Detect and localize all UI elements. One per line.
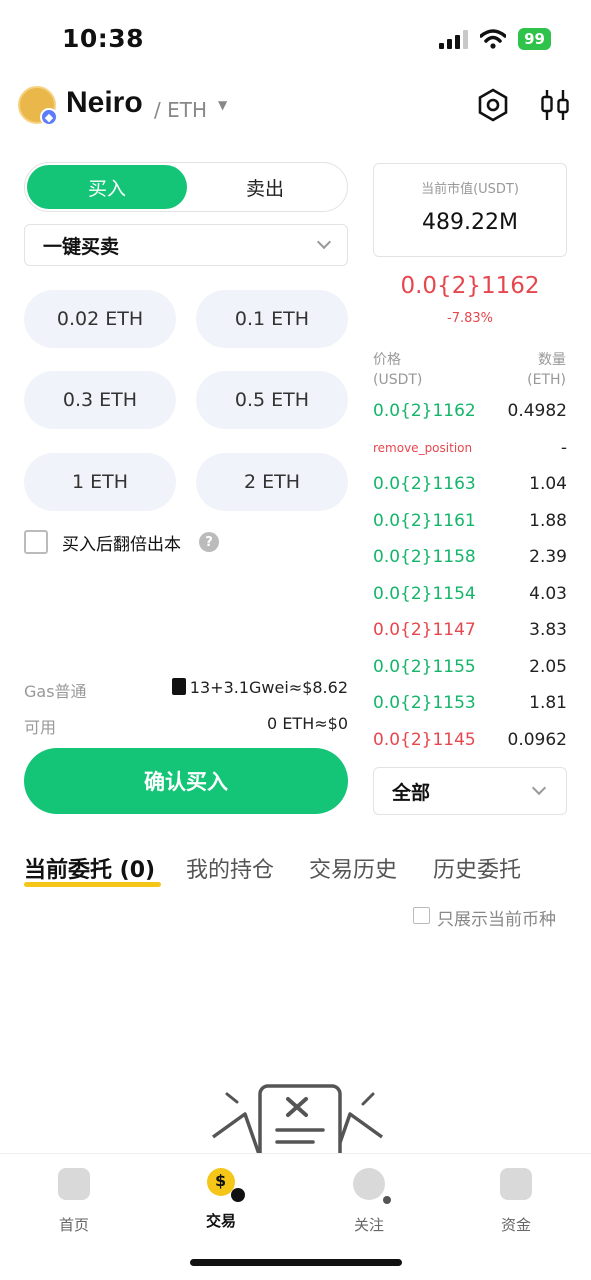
orderbook-qty: 1.81 — [529, 693, 567, 713]
gas-value[interactable]: 13+3.1Gwei≈$8.62 — [171, 678, 348, 697]
orderbook-row[interactable]: remove_position - — [373, 433, 567, 463]
orderbook-row[interactable]: 0.0{2}1155 2.05 — [373, 652, 567, 682]
tab-order-history[interactable]: 历史委托 — [433, 852, 521, 884]
empty-state-illustration — [211, 1084, 384, 1157]
battery-icon: 99 — [518, 28, 551, 50]
confirm-buy-button[interactable]: 确认买入 — [24, 748, 348, 814]
nav-home-label: 首页 — [58, 1216, 89, 1234]
nav-wallet-label: 资金 — [500, 1216, 531, 1234]
trade-icon: $ — [207, 1168, 245, 1202]
tab-my-positions[interactable]: 我的持仓 — [186, 852, 274, 884]
available-value: 0 ETH≈$0 — [267, 714, 348, 733]
amount-preset-button[interactable]: 0.02 ETH — [24, 290, 176, 348]
orderbook-row[interactable]: 0.0{2}1158 2.39 — [373, 542, 567, 572]
chevron-down-icon — [531, 780, 547, 796]
nav-wallet[interactable]: 资金 — [476, 1168, 556, 1235]
nav-follow-label: 关注 — [353, 1216, 384, 1234]
follow-icon — [353, 1168, 391, 1204]
orderbook-qty: 1.88 — [529, 510, 567, 531]
status-icons: 99 — [439, 28, 551, 50]
orderbook-price: 0.0{2}1153 — [373, 693, 476, 713]
amount-preset-button[interactable]: 0.3 ETH — [24, 371, 176, 429]
orderbook-price: 0.0{2}1158 — [373, 547, 476, 567]
amount-preset-button[interactable]: 1 ETH — [24, 453, 176, 511]
orderbook-qty-header: 数量 (ETH) — [527, 350, 566, 390]
fuel-pump-icon — [171, 678, 186, 695]
orderbook-qty: 3.83 — [529, 620, 567, 640]
orderbook-row[interactable]: 0.0{2}1161 1.88 — [373, 506, 567, 536]
tab-sell[interactable]: 卖出 — [185, 165, 345, 209]
orderbook-qty: 0.4982 — [507, 401, 567, 421]
orderbook-price: remove_position — [373, 440, 473, 455]
help-icon[interactable]: ? — [199, 532, 219, 552]
nav-follow[interactable]: 关注 — [329, 1168, 409, 1235]
buy-sell-toggle: 买入 卖出 — [24, 162, 348, 212]
qty-header-unit: (ETH) — [527, 372, 566, 388]
orderbook-row[interactable]: 0.0{2}1145 0.0962 — [373, 725, 567, 755]
available-label: 可用 — [24, 718, 57, 737]
gas-value-text: 13+3.1Gwei≈$8.62 — [189, 678, 348, 697]
nav-trade-label: 交易 — [205, 1212, 236, 1230]
orderbook-row[interactable]: 0.0{2}1154 4.03 — [373, 579, 567, 609]
orderbook-filter-select[interactable]: 全部 — [373, 767, 567, 815]
nav-trade[interactable]: $ 交易 — [181, 1168, 261, 1231]
active-tab-indicator — [24, 882, 161, 887]
candlestick-chart-icon[interactable] — [538, 88, 572, 122]
amount-preset-button[interactable]: 0.1 ETH — [196, 290, 348, 348]
chain-selector[interactable]: / ETH — [154, 98, 207, 122]
orderbook-price: 0.0{2}1163 — [373, 474, 476, 494]
chevron-down-icon — [316, 234, 332, 250]
orderbook-qty: 1.04 — [529, 474, 567, 494]
only-current-checkbox[interactable] — [413, 907, 430, 924]
wifi-icon — [480, 29, 507, 49]
orderbook-price-header: 价格 (USDT) — [373, 350, 422, 390]
nav-home[interactable]: 首页 — [34, 1168, 114, 1235]
gas-label: Gas普通 — [24, 682, 87, 701]
orderbook-qty: - — [560, 437, 567, 458]
orderbook-qty: 4.03 — [529, 583, 567, 604]
orderbook-row[interactable]: 0.0{2}1153 1.81 — [373, 688, 567, 718]
order-type-value: 一键买卖 — [43, 235, 120, 258]
price-header-unit: (USDT) — [373, 372, 423, 388]
caret-down-icon[interactable]: ▼ — [218, 98, 227, 112]
market-cap-value: 489.22M — [422, 210, 518, 235]
orderbook-row[interactable]: 0.0{2}1162 0.4982 — [373, 396, 567, 426]
amount-preset-button[interactable]: 2 ETH — [196, 453, 348, 511]
orderbook-row[interactable]: 0.0{2}1163 1.04 — [373, 469, 567, 499]
token-logo: ◆ — [18, 86, 58, 126]
orderbook-price: 0.0{2}1155 — [373, 656, 476, 677]
eth-badge-icon: ◆ — [40, 108, 58, 126]
price-change: -7.83% — [447, 311, 493, 326]
amount-preset-button[interactable]: 0.5 ETH — [196, 371, 348, 429]
status-time: 10:38 — [62, 24, 145, 53]
orderbook-price: 0.0{2}1161 — [373, 510, 476, 531]
price-header-title: 价格 — [373, 352, 401, 368]
only-current-label: 只展示当前币种 — [437, 910, 556, 930]
settings-hexagon-icon[interactable] — [476, 88, 510, 122]
tab-open-orders[interactable]: 当前委托 (0) — [24, 852, 155, 884]
order-type-select[interactable]: 一键买卖 — [24, 224, 348, 266]
orderbook-qty: 2.39 — [529, 547, 567, 567]
orderbook-price: 0.0{2}1154 — [373, 583, 476, 604]
double-exit-label: 买入后翻倍出本 — [62, 535, 181, 555]
market-cap-card: 当前市值(USDT) 489.22M — [373, 163, 567, 257]
orderbook-row[interactable]: 0.0{2}1147 3.83 — [373, 615, 567, 645]
filter-value: 全部 — [392, 781, 431, 804]
orderbook-qty: 2.05 — [529, 656, 567, 677]
token-name[interactable]: Neiro — [66, 86, 143, 120]
home-icon — [58, 1168, 90, 1200]
orderbook-price: 0.0{2}1145 — [373, 729, 476, 750]
double-exit-checkbox[interactable] — [24, 530, 48, 554]
cellular-signal-icon — [439, 29, 469, 49]
current-price: 0.0{2}1162 — [400, 273, 540, 299]
qty-header-title: 数量 — [538, 352, 566, 368]
orderbook-price: 0.0{2}1147 — [373, 620, 476, 640]
market-cap-label: 当前市值(USDT) — [421, 182, 519, 197]
orderbook-qty: 0.0962 — [507, 729, 567, 750]
tab-buy[interactable]: 买入 — [27, 165, 187, 209]
wallet-icon — [500, 1168, 532, 1200]
tab-trade-history[interactable]: 交易历史 — [309, 852, 397, 884]
orderbook-price: 0.0{2}1162 — [373, 401, 476, 421]
home-indicator — [190, 1259, 402, 1266]
